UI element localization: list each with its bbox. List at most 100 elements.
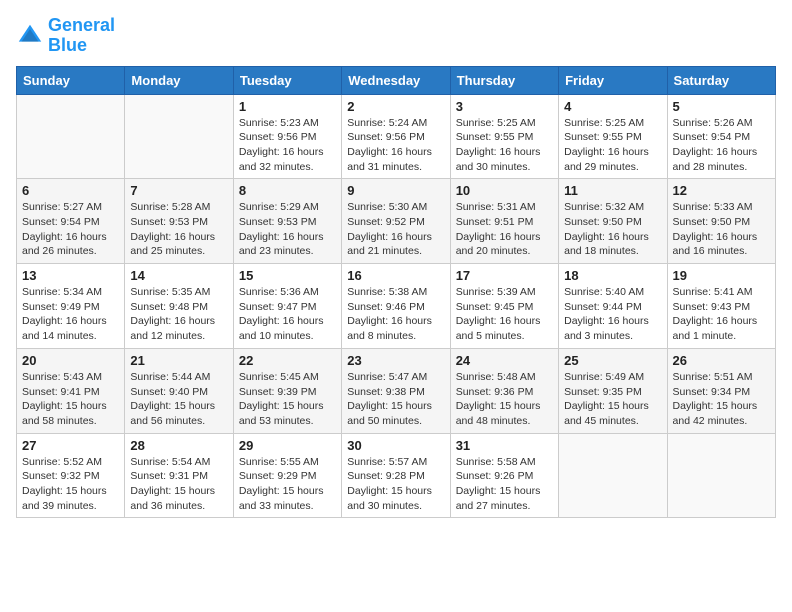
- weekday-header-row: SundayMondayTuesdayWednesdayThursdayFrid…: [17, 66, 776, 94]
- page-header: GeneralBlue: [16, 16, 776, 56]
- calendar-cell: 3Sunrise: 5:25 AM Sunset: 9:55 PM Daylig…: [450, 94, 558, 179]
- day-info: Sunrise: 5:49 AM Sunset: 9:35 PM Dayligh…: [564, 370, 661, 429]
- calendar-cell: 28Sunrise: 5:54 AM Sunset: 9:31 PM Dayli…: [125, 433, 233, 518]
- calendar-cell: 21Sunrise: 5:44 AM Sunset: 9:40 PM Dayli…: [125, 348, 233, 433]
- day-info: Sunrise: 5:55 AM Sunset: 9:29 PM Dayligh…: [239, 455, 336, 514]
- day-info: Sunrise: 5:45 AM Sunset: 9:39 PM Dayligh…: [239, 370, 336, 429]
- day-number: 7: [130, 183, 227, 198]
- day-number: 26: [673, 353, 770, 368]
- calendar-cell: [559, 433, 667, 518]
- day-number: 29: [239, 438, 336, 453]
- day-number: 5: [673, 99, 770, 114]
- day-info: Sunrise: 5:26 AM Sunset: 9:54 PM Dayligh…: [673, 116, 770, 175]
- day-info: Sunrise: 5:32 AM Sunset: 9:50 PM Dayligh…: [564, 200, 661, 259]
- day-number: 6: [22, 183, 119, 198]
- calendar-week-5: 27 Sunrise: 5:52 AM Sunset: 9:32 PM Dayli…: [17, 433, 776, 518]
- calendar-cell: 30 Sunrise: 5:57 AM Sunset: 9:28 PM Dayli…: [342, 433, 450, 518]
- day-number: 13: [22, 268, 119, 283]
- calendar-cell: 19 Sunrise: 5:41 AM Sunset: 9:43 PM Dayli…: [667, 264, 775, 349]
- calendar-cell: 18 Sunrise: 5:40 AM Sunset: 9:44 PM Dayli…: [559, 264, 667, 349]
- day-info: Sunrise: 5:34 AM Sunset: 9:49 PM Dayligh…: [22, 285, 119, 344]
- calendar-cell: 9Sunrise: 5:30 AM Sunset: 9:52 PM Daylig…: [342, 179, 450, 264]
- weekday-saturday: Saturday: [667, 66, 775, 94]
- day-info: Sunrise: 5:29 AM Sunset: 9:53 PM Dayligh…: [239, 200, 336, 259]
- day-info: Sunrise: 5:41 AM Sunset: 9:43 PM Dayligh…: [673, 285, 770, 344]
- logo-icon: [16, 22, 44, 50]
- calendar-cell: 17 Sunrise: 5:39 AM Sunset: 9:45 PM Dayli…: [450, 264, 558, 349]
- logo-text: GeneralBlue: [48, 16, 115, 56]
- calendar-cell: 10 Sunrise: 5:31 AM Sunset: 9:51 PM Dayli…: [450, 179, 558, 264]
- day-number: 16: [347, 268, 444, 283]
- day-number: 30: [347, 438, 444, 453]
- weekday-thursday: Thursday: [450, 66, 558, 94]
- calendar-cell: 2 Sunrise: 5:24 AM Sunset: 9:56 PM Daylig…: [342, 94, 450, 179]
- day-number: 12: [673, 183, 770, 198]
- calendar-cell: [667, 433, 775, 518]
- calendar-cell: 23 Sunrise: 5:47 AM Sunset: 9:38 PM Dayli…: [342, 348, 450, 433]
- day-number: 14: [130, 268, 227, 283]
- day-info: Sunrise: 5:48 AM Sunset: 9:36 PM Dayligh…: [456, 370, 553, 429]
- day-info: Sunrise: 5:40 AM Sunset: 9:44 PM Dayligh…: [564, 285, 661, 344]
- day-number: 23: [347, 353, 444, 368]
- day-number: 10: [456, 183, 553, 198]
- day-number: 4: [564, 99, 661, 114]
- weekday-friday: Friday: [559, 66, 667, 94]
- day-info: Sunrise: 5:38 AM Sunset: 9:46 PM Dayligh…: [347, 285, 444, 344]
- calendar-cell: 20 Sunrise: 5:43 AM Sunset: 9:41 PM Dayli…: [17, 348, 125, 433]
- day-number: 25: [564, 353, 661, 368]
- calendar-cell: 26 Sunrise: 5:51 AM Sunset: 9:34 PM Dayli…: [667, 348, 775, 433]
- day-number: 2: [347, 99, 444, 114]
- calendar-cell: 14 Sunrise: 5:35 AM Sunset: 9:48 PM Dayli…: [125, 264, 233, 349]
- day-info: Sunrise: 5:24 AM Sunset: 9:56 PM Dayligh…: [347, 116, 444, 175]
- day-info: Sunrise: 5:28 AM Sunset: 9:53 PM Dayligh…: [130, 200, 227, 259]
- day-number: 17: [456, 268, 553, 283]
- day-info: Sunrise: 5:51 AM Sunset: 9:34 PM Dayligh…: [673, 370, 770, 429]
- day-number: 20: [22, 353, 119, 368]
- day-number: 9: [347, 183, 444, 198]
- day-info: Sunrise: 5:31 AM Sunset: 9:51 PM Dayligh…: [456, 200, 553, 259]
- day-number: 31: [456, 438, 553, 453]
- calendar-cell: 22 Sunrise: 5:45 AM Sunset: 9:39 PM Dayli…: [233, 348, 341, 433]
- calendar-cell: 1 Sunrise: 5:23 AM Sunset: 9:56 PM Daylig…: [233, 94, 341, 179]
- day-number: 11: [564, 183, 661, 198]
- day-info: Sunrise: 5:27 AM Sunset: 9:54 PM Dayligh…: [22, 200, 119, 259]
- day-info: Sunrise: 5:47 AM Sunset: 9:38 PM Dayligh…: [347, 370, 444, 429]
- calendar-cell: 29 Sunrise: 5:55 AM Sunset: 9:29 PM Dayli…: [233, 433, 341, 518]
- day-number: 3: [456, 99, 553, 114]
- calendar-week-2: 6 Sunrise: 5:27 AM Sunset: 9:54 PM Daylig…: [17, 179, 776, 264]
- calendar-cell: 25 Sunrise: 5:49 AM Sunset: 9:35 PM Dayli…: [559, 348, 667, 433]
- calendar-cell: 5 Sunrise: 5:26 AM Sunset: 9:54 PM Daylig…: [667, 94, 775, 179]
- day-number: 15: [239, 268, 336, 283]
- calendar-cell: [17, 94, 125, 179]
- calendar-cell: 15 Sunrise: 5:36 AM Sunset: 9:47 PM Dayli…: [233, 264, 341, 349]
- day-info: Sunrise: 5:25 AM Sunset: 9:55 PM Dayligh…: [564, 116, 661, 175]
- day-number: 19: [673, 268, 770, 283]
- day-number: 18: [564, 268, 661, 283]
- weekday-sunday: Sunday: [17, 66, 125, 94]
- calendar-week-1: 1 Sunrise: 5:23 AM Sunset: 9:56 PM Daylig…: [17, 94, 776, 179]
- calendar-cell: 4 Sunrise: 5:25 AM Sunset: 9:55 PM Daylig…: [559, 94, 667, 179]
- day-info: Sunrise: 5:35 AM Sunset: 9:48 PM Dayligh…: [130, 285, 227, 344]
- day-info: Sunrise: 5:58 AM Sunset: 9:26 PM Dayligh…: [456, 455, 553, 514]
- day-info: Sunrise: 5:23 AM Sunset: 9:56 PM Dayligh…: [239, 116, 336, 175]
- calendar-cell: 8 Sunrise: 5:29 AM Sunset: 9:53 PM Daylig…: [233, 179, 341, 264]
- weekday-monday: Monday: [125, 66, 233, 94]
- day-info: Sunrise: 5:43 AM Sunset: 9:41 PM Dayligh…: [22, 370, 119, 429]
- calendar-cell: [125, 94, 233, 179]
- day-number: 22: [239, 353, 336, 368]
- calendar-cell: 6 Sunrise: 5:27 AM Sunset: 9:54 PM Daylig…: [17, 179, 125, 264]
- calendar-cell: 12Sunrise: 5:33 AM Sunset: 9:50 PM Dayli…: [667, 179, 775, 264]
- day-info: Sunrise: 5:54 AM Sunset: 9:31 PM Dayligh…: [130, 455, 227, 514]
- day-number: 1: [239, 99, 336, 114]
- day-info: Sunrise: 5:39 AM Sunset: 9:45 PM Dayligh…: [456, 285, 553, 344]
- calendar-body: 1 Sunrise: 5:23 AM Sunset: 9:56 PM Daylig…: [17, 94, 776, 518]
- day-info: Sunrise: 5:52 AM Sunset: 9:32 PM Dayligh…: [22, 455, 119, 514]
- calendar-cell: 27 Sunrise: 5:52 AM Sunset: 9:32 PM Dayli…: [17, 433, 125, 518]
- day-info: Sunrise: 5:57 AM Sunset: 9:28 PM Dayligh…: [347, 455, 444, 514]
- day-info: Sunrise: 5:36 AM Sunset: 9:47 PM Dayligh…: [239, 285, 336, 344]
- day-number: 27: [22, 438, 119, 453]
- calendar-cell: 11 Sunrise: 5:32 AM Sunset: 9:50 PM Dayli…: [559, 179, 667, 264]
- day-number: 8: [239, 183, 336, 198]
- day-number: 21: [130, 353, 227, 368]
- calendar-week-4: 20 Sunrise: 5:43 AM Sunset: 9:41 PM Dayli…: [17, 348, 776, 433]
